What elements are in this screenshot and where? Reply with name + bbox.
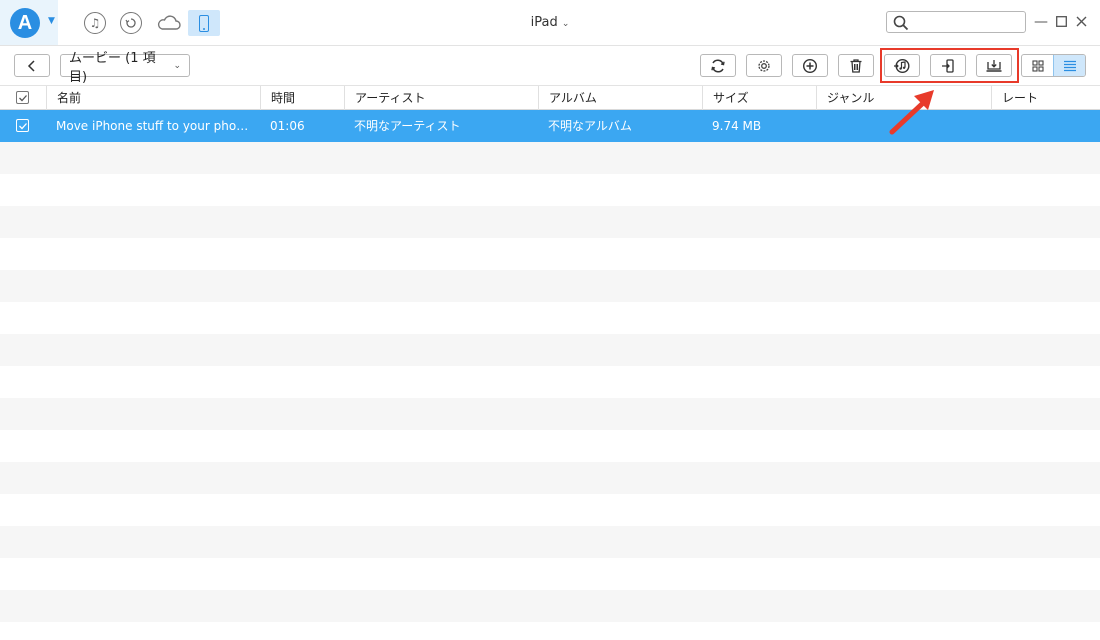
cell-artist: 不明なアーティスト: [354, 119, 461, 133]
grid-icon: [1032, 59, 1044, 72]
empty-row-stripe: [0, 398, 1100, 430]
chevron-down-icon: ⌄: [173, 60, 181, 71]
maximize-button[interactable]: [1054, 13, 1068, 31]
app-logo: A: [10, 8, 40, 38]
minimize-button[interactable]: —: [1034, 13, 1048, 31]
column-artist[interactable]: アーティスト: [344, 86, 538, 110]
empty-row-stripe: [0, 142, 1100, 174]
column-name[interactable]: 名前: [46, 86, 260, 110]
search-icon: [893, 15, 909, 31]
empty-row-stripe: [0, 590, 1100, 622]
settings-button[interactable]: [746, 54, 782, 77]
device-name[interactable]: iPad: [531, 15, 558, 30]
music-icon[interactable]: ♫: [84, 12, 106, 34]
empty-row-stripe: [0, 334, 1100, 366]
list-view-button[interactable]: [1053, 55, 1085, 76]
search-box[interactable]: [886, 11, 1026, 33]
column-size[interactable]: サイズ: [702, 86, 816, 110]
add-icon: [802, 58, 818, 73]
list-icon: [1063, 60, 1076, 71]
device-tab[interactable]: [188, 10, 220, 36]
cloud-icon[interactable]: [156, 12, 182, 34]
select-all-checkbox[interactable]: [16, 91, 29, 104]
settings-icon: [758, 59, 770, 72]
refresh-icon: [711, 58, 725, 73]
to-computer-icon: [986, 59, 1002, 72]
cell-name: Move iPhone stuff to your phone...: [56, 119, 252, 133]
category-dropdown[interactable]: ムービー (1 項目) ⌄: [60, 51, 190, 85]
column-genre[interactable]: ジャンル: [816, 86, 991, 110]
to-computer-button[interactable]: [976, 54, 1012, 77]
check-icon: [19, 95, 27, 102]
empty-row-stripe: [0, 462, 1100, 494]
delete-button[interactable]: [838, 54, 874, 77]
add-button[interactable]: [792, 54, 828, 77]
media-table: 名前 時間 アーティスト アルバム サイズ ジャンル レート Move iPho…: [0, 86, 1100, 640]
device-icon: [199, 14, 209, 32]
cell-genre: [826, 110, 986, 142]
select-all-header: [0, 86, 46, 110]
view-toggle[interactable]: [1021, 54, 1086, 77]
search-input[interactable]: [913, 14, 1021, 30]
to-device-icon: [942, 58, 954, 73]
refresh-button[interactable]: [700, 54, 736, 77]
to-device-button[interactable]: [930, 54, 966, 77]
toolbar: ムービー (1 項目) ⌄: [0, 46, 1100, 86]
title-bar: A ▼ ♫ iPad ⌄ —: [0, 0, 1100, 46]
check-icon: [19, 123, 27, 130]
cell-size: 9.74 MB: [712, 119, 762, 133]
column-rating[interactable]: レート: [991, 86, 1100, 110]
empty-row-stripe: [0, 206, 1100, 238]
column-time[interactable]: 時間: [260, 86, 344, 110]
chevron-down-icon: ▼: [48, 16, 55, 26]
history-icon[interactable]: [120, 12, 142, 34]
back-button[interactable]: [14, 54, 50, 77]
table-header: 名前 時間 アーティスト アルバム サイズ ジャンル レート: [0, 86, 1100, 110]
chevron-down-icon[interactable]: ⌄: [562, 19, 570, 29]
empty-row-stripe: [0, 526, 1100, 558]
cell-album: 不明なアルバム: [548, 119, 632, 133]
category-label: ムービー (1 項目): [69, 50, 156, 85]
grid-view-button[interactable]: [1022, 55, 1053, 76]
close-button[interactable]: [1074, 13, 1088, 31]
empty-row-stripe: [0, 270, 1100, 302]
row-checkbox[interactable]: [16, 119, 29, 132]
to-itunes-icon: [894, 58, 910, 73]
column-album[interactable]: アルバム: [538, 86, 702, 110]
table-row[interactable]: Move iPhone stuff to your phone... 01:06…: [0, 110, 1100, 142]
chevron-left-icon: [27, 59, 35, 72]
cell-time: 01:06: [270, 119, 305, 133]
to-itunes-button[interactable]: [884, 54, 920, 77]
app-logo-menu[interactable]: A ▼: [0, 0, 58, 45]
cell-rating: [1001, 110, 1096, 142]
trash-icon: [850, 58, 862, 73]
